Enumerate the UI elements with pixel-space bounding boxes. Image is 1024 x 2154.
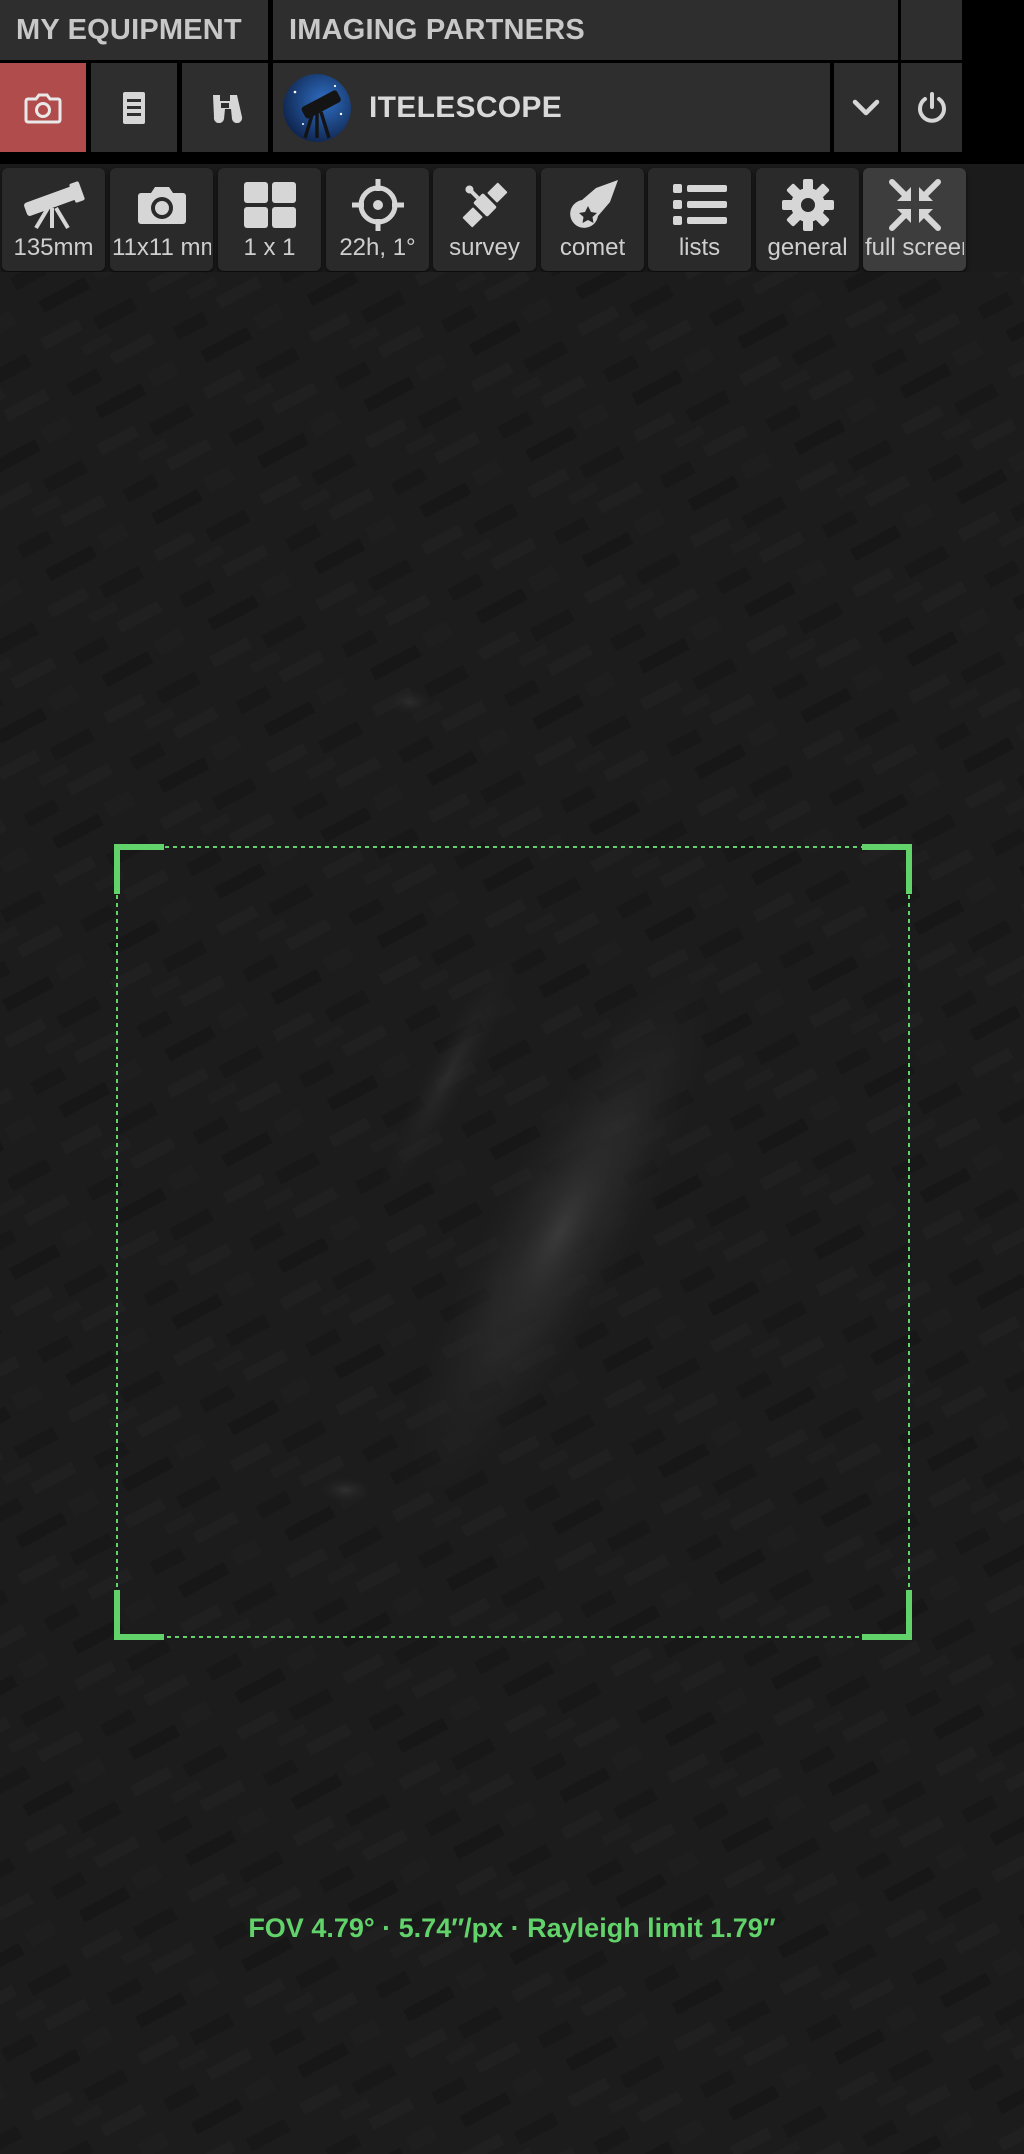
power-button[interactable] bbox=[901, 63, 962, 152]
partner-selector[interactable]: ITELESCOPE bbox=[273, 63, 830, 152]
general-label: general bbox=[767, 234, 848, 261]
satellite-icon bbox=[462, 182, 507, 228]
telescope-label: 135mm bbox=[13, 234, 94, 261]
fov-caption: FOV 4.79° · 5.74″/px · Rayleigh limit 1.… bbox=[248, 1913, 776, 1943]
target-label: 22h, 1° bbox=[339, 234, 416, 261]
binoculars-button[interactable] bbox=[182, 63, 268, 152]
full-screen-button[interactable]: full screen bbox=[863, 168, 966, 271]
telescope-button[interactable]: 135mm bbox=[2, 168, 105, 271]
mosaic-label: 1 x 1 bbox=[243, 234, 296, 261]
survey-label: survey bbox=[449, 234, 520, 261]
sky-view[interactable]: FOV 4.79° · 5.74″/px · Rayleigh limit 1.… bbox=[0, 272, 1024, 2154]
toolbar: 135mm 11x11 mm 1 x 1 22h, 1° survey come… bbox=[0, 168, 1024, 272]
tab-imaging-partners[interactable]: IMAGING PARTNERS bbox=[273, 0, 898, 60]
compress-icon bbox=[888, 179, 941, 231]
camera-button[interactable] bbox=[0, 63, 86, 152]
partner-name: ITELESCOPE bbox=[369, 90, 563, 124]
camera-sensor-label: 11x11 mm bbox=[112, 234, 211, 261]
general-settings-button[interactable]: general bbox=[756, 168, 859, 271]
camera-sensor-button[interactable]: 11x11 mm bbox=[110, 168, 213, 271]
comet-label: comet bbox=[559, 234, 626, 261]
mosaic-button[interactable]: 1 x 1 bbox=[218, 168, 321, 271]
chevron-down-icon bbox=[852, 99, 880, 115]
tab-spacer bbox=[901, 0, 962, 60]
tab-my-equipment[interactable]: MY EQUIPMENT bbox=[0, 0, 268, 60]
comet-icon bbox=[569, 180, 618, 228]
survey-button[interactable]: survey bbox=[433, 168, 536, 271]
target-button[interactable]: 22h, 1° bbox=[326, 168, 429, 271]
itelescope-logo bbox=[283, 73, 351, 142]
catalog-button[interactable] bbox=[91, 63, 177, 152]
catalog-icon bbox=[123, 91, 145, 124]
power-icon bbox=[917, 91, 946, 123]
sky-image bbox=[0, 272, 1024, 2154]
lists-label: lists bbox=[678, 234, 721, 261]
app-header: MY EQUIPMENT IMAGING PARTNERS ITELESCOPE bbox=[0, 0, 1024, 164]
camera-icon bbox=[24, 93, 62, 123]
gear-icon bbox=[781, 179, 834, 231]
grid-icon bbox=[243, 182, 296, 228]
full-screen-label: full screen bbox=[865, 234, 964, 261]
comet-button[interactable]: comet bbox=[541, 168, 644, 271]
telescope-icon bbox=[23, 181, 85, 230]
partner-dropdown-button[interactable] bbox=[834, 63, 898, 152]
lists-button[interactable]: lists bbox=[648, 168, 751, 271]
list-icon bbox=[672, 184, 727, 225]
binoculars-icon bbox=[213, 94, 243, 123]
crosshair-icon bbox=[351, 179, 404, 231]
camera-icon bbox=[137, 187, 186, 224]
